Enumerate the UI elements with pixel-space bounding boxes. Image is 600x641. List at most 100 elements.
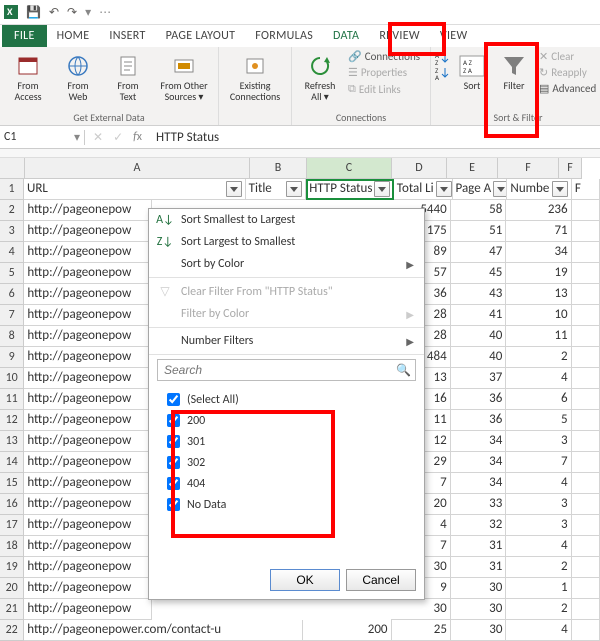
cell[interactable]: 51 (451, 221, 507, 242)
cell[interactable] (572, 326, 600, 347)
existing-connections-button[interactable]: Existing Connections (223, 49, 287, 105)
cell[interactable]: http://pageonepow (24, 473, 152, 494)
filter-drop-icon[interactable] (286, 181, 302, 197)
filter-checkbox[interactable] (167, 435, 180, 448)
col-header-G[interactable]: F (559, 158, 582, 179)
cell[interactable]: 30 (451, 578, 507, 599)
cell[interactable]: 33 (451, 494, 507, 515)
cell[interactable]: http://pageonepow (24, 305, 152, 326)
cell[interactable]: 2 (506, 599, 571, 620)
sort-desc[interactable]: Z↓ Sort Largest to Smallest (149, 231, 424, 253)
tab-file[interactable]: FILE (2, 25, 47, 47)
header-page-authority[interactable]: Page A (453, 179, 508, 200)
tab-home[interactable]: HOME (47, 26, 100, 47)
cell[interactable]: 31 (451, 557, 507, 578)
sort-desc-icon[interactable]: ZA (435, 66, 451, 80)
cell[interactable]: 37 (451, 368, 507, 389)
tab-review[interactable]: REVIEW (369, 26, 430, 47)
cell[interactable] (572, 221, 600, 242)
header-number[interactable]: Numbe (507, 179, 571, 200)
cell[interactable] (572, 284, 600, 305)
sort-asc[interactable]: A↓ Sort Smallest to Largest (149, 209, 424, 231)
row-header[interactable]: 5 (0, 263, 24, 284)
from-access-button[interactable]: From Access (4, 49, 52, 105)
cell[interactable]: 47 (451, 242, 507, 263)
cell[interactable]: 4 (506, 620, 571, 641)
cell[interactable]: 45 (451, 263, 507, 284)
cell[interactable]: 10 (506, 305, 571, 326)
cell[interactable] (572, 578, 600, 599)
row-header[interactable]: 8 (0, 326, 24, 347)
cell[interactable]: 3 (506, 494, 571, 515)
connections-link[interactable]: 🔗Connections (346, 49, 426, 64)
cell[interactable]: 236 (506, 200, 571, 221)
cell[interactable]: 41 (451, 305, 507, 326)
cell[interactable]: http://pageonepow (24, 536, 152, 557)
cancel-button[interactable]: Cancel (346, 569, 416, 591)
cell[interactable]: 2 (506, 347, 571, 368)
advanced-link[interactable]: ▤Advanced (537, 81, 600, 96)
cell[interactable]: 34 (506, 242, 571, 263)
cell[interactable]: http://pageonepow (24, 242, 152, 263)
cell[interactable]: http://pageonepow (24, 515, 152, 536)
cell[interactable]: 11 (506, 326, 571, 347)
from-web-button[interactable]: From Web (54, 49, 102, 105)
filter-checkbox[interactable] (167, 477, 180, 490)
filter-checkbox[interactable] (167, 498, 180, 511)
cell[interactable]: http://pageonepow (24, 452, 152, 473)
sort-asc-icon[interactable]: AZ (435, 51, 451, 65)
cell[interactable]: http://pageonepow (24, 410, 152, 431)
tab-insert[interactable]: INSERT (99, 26, 155, 47)
cell[interactable]: 1 (506, 578, 571, 599)
formula-input[interactable]: HTTP Status (150, 130, 600, 145)
cell[interactable] (572, 389, 600, 410)
cell[interactable]: 31 (451, 536, 507, 557)
cell[interactable]: 30 (451, 599, 507, 620)
cell[interactable]: http://pageonepow (24, 326, 152, 347)
cell[interactable]: 30 (451, 620, 507, 641)
cell[interactable]: http://pageonepow (24, 578, 152, 599)
filter-search[interactable]: 🔍 (157, 359, 416, 381)
filter-option[interactable]: 200 (163, 410, 410, 431)
cell[interactable]: 32 (451, 515, 507, 536)
cell[interactable]: http://pageonepow (24, 557, 152, 578)
filter-drop-icon[interactable] (226, 181, 242, 197)
row-header[interactable]: 4 (0, 242, 24, 263)
filter-option[interactable]: 302 (163, 452, 410, 473)
cell[interactable]: 36 (451, 389, 507, 410)
cell[interactable]: 34 (451, 452, 507, 473)
cell[interactable]: 58 (451, 200, 507, 221)
cell[interactable]: 19 (506, 263, 571, 284)
cell[interactable]: 200 (303, 620, 392, 641)
filter-drop-icon[interactable] (493, 181, 507, 197)
cell[interactable]: http://pageonepow (24, 263, 152, 284)
cell[interactable] (572, 557, 600, 578)
cell[interactable]: http://pageonepow (24, 347, 152, 368)
filter-option[interactable]: 301 (163, 431, 410, 452)
cell[interactable]: 34 (451, 431, 507, 452)
col-header-E[interactable]: E (447, 158, 498, 179)
cell[interactable]: http://pageonepow (24, 389, 152, 410)
ok-button[interactable]: OK (270, 569, 340, 591)
cell[interactable]: 71 (506, 221, 571, 242)
cell[interactable] (572, 410, 600, 431)
cell[interactable]: http://pageonepow (24, 599, 152, 620)
row-header[interactable]: 12 (0, 410, 24, 431)
cell[interactable]: http://pageonepow (24, 221, 152, 242)
cell[interactable]: 5 (506, 410, 571, 431)
select-all-corner[interactable] (0, 158, 25, 179)
row-header[interactable]: 19 (0, 557, 24, 578)
row-header[interactable]: 9 (0, 347, 24, 368)
number-filters[interactable]: Number Filters ▶ (149, 330, 424, 352)
cell[interactable]: 3 (506, 431, 571, 452)
filter-drop-icon[interactable] (552, 181, 568, 197)
filter-option[interactable]: No Data (163, 494, 410, 515)
cell[interactable]: 25 (392, 620, 451, 641)
filter-checkbox[interactable] (167, 456, 180, 469)
row-header[interactable]: 10 (0, 368, 24, 389)
row-header[interactable]: 3 (0, 221, 24, 242)
tab-formulas[interactable]: FORMULAS (245, 26, 323, 47)
row-header[interactable]: 13 (0, 431, 24, 452)
cell[interactable] (572, 242, 600, 263)
cell[interactable] (572, 620, 600, 641)
